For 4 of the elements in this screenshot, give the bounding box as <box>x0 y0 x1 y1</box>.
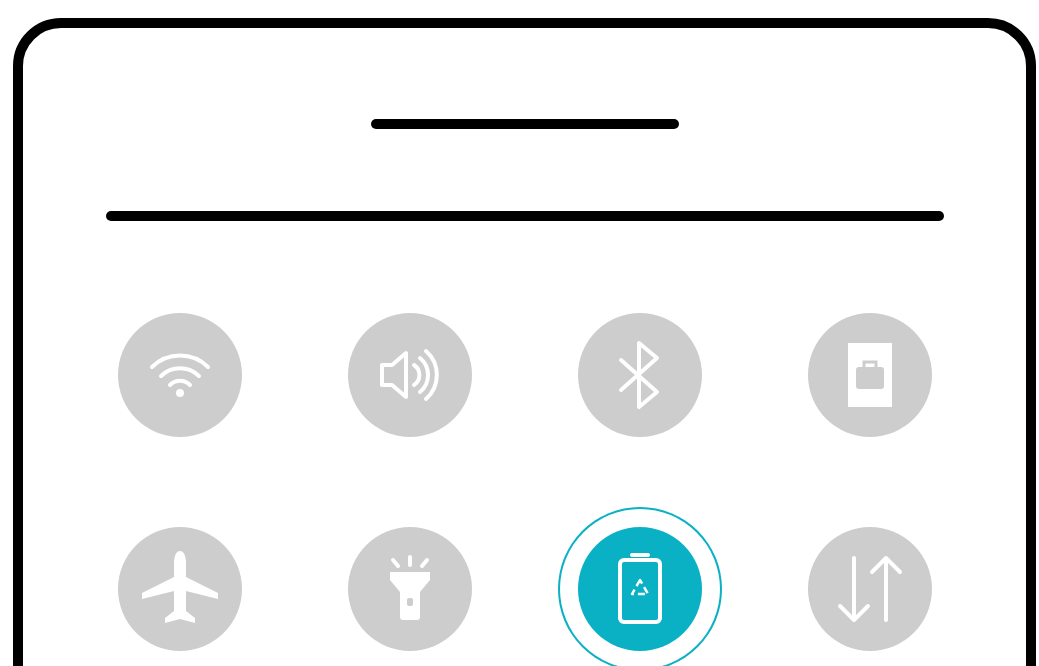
wifi-icon <box>148 351 212 399</box>
briefcase-icon <box>848 343 892 407</box>
drag-handle[interactable] <box>370 119 679 129</box>
battery-icon <box>616 552 664 626</box>
